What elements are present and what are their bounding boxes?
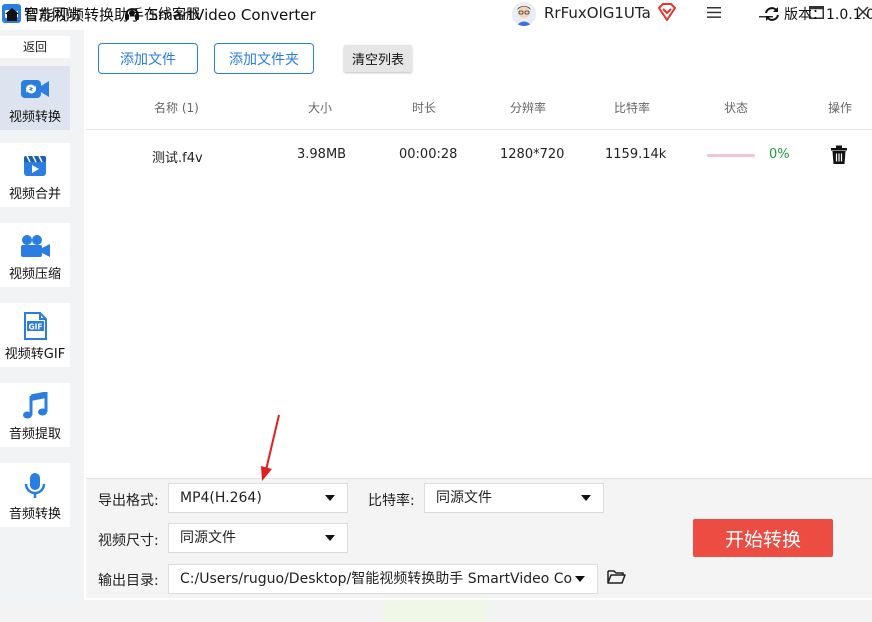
output-dir-select[interactable]: C:/Users/ruguo/Desktop/智能视频转换助手 SmartVid… [168, 564, 598, 594]
progress-bar [707, 154, 755, 157]
sidebar-item-video-merge[interactable]: 视频合并 [0, 143, 70, 207]
output-dir-value: C:/Users/ruguo/Desktop/智能视频转换助手 SmartVid… [180, 571, 573, 587]
video-size-select[interactable]: 同源文件 [168, 523, 348, 553]
official-website-link[interactable]: 官方网站 [4, 4, 80, 24]
microphone-icon [24, 471, 46, 501]
gif-icon: GIF [22, 311, 48, 341]
home-icon [4, 7, 20, 21]
column-header-resolution[interactable]: 分辨率 [510, 99, 546, 116]
sidebar-item-label: 视频转GIF [4, 347, 66, 362]
sidebar-item-video-to-gif[interactable]: GIF 视频转GIF [0, 303, 70, 367]
sidebar-item-video-convert[interactable]: 视频转换 [0, 66, 70, 130]
format-label: 导出格式: [98, 493, 159, 509]
hamburger-icon [707, 6, 721, 22]
version-info[interactable]: 版本：1.0.1.0 [764, 4, 872, 24]
user-avatar[interactable] [512, 2, 536, 26]
format-value: MP4(H.264) [180, 490, 262, 506]
column-header-duration[interactable]: 时长 [412, 99, 436, 116]
bitrate-select[interactable]: 同源文件 [424, 483, 604, 513]
video-merge-icon [23, 151, 47, 181]
file-bitrate-cell: 1159.14k [605, 147, 667, 162]
sidebar-item-video-compress[interactable]: 视频压缩 [0, 223, 70, 287]
start-convert-button[interactable]: 开始转换 [693, 519, 833, 557]
headset-icon [124, 7, 140, 22]
progress-percent: 0% [769, 147, 790, 162]
username[interactable]: RrFuxOlG1UTa [544, 4, 651, 22]
refresh-icon [764, 6, 780, 22]
delete-button[interactable] [831, 145, 847, 168]
sidebar-item-label: 视频压缩 [8, 267, 61, 282]
table-row[interactable]: 测试.f4v 3.98MB 00:00:28 1280*720 1159.14k… [86, 131, 872, 179]
column-header-bitrate[interactable]: 比特率 [614, 99, 650, 116]
sidebar-item-label: 音频提取 [8, 427, 61, 442]
chevron-down-icon [325, 495, 335, 501]
annotation-arrow-icon [261, 414, 280, 481]
file-size-cell: 3.98MB [297, 147, 347, 162]
back-button[interactable]: 返回 [0, 36, 70, 58]
status-highlight [383, 600, 487, 622]
output-dir-label: 输出目录: [98, 573, 159, 589]
sidebar-item-label: 音频转换 [8, 507, 61, 522]
video-size-value: 同源文件 [180, 530, 236, 546]
music-note-icon [22, 391, 48, 421]
file-name-cell: 测试.f4v [152, 151, 203, 166]
open-folder-button[interactable] [607, 569, 626, 589]
svg-text:GIF: GIF [28, 322, 42, 331]
online-support-link[interactable]: 在线客服 [124, 4, 200, 24]
column-header-action: 操作 [828, 101, 853, 115]
version-label: 版本：1.0.1.0 [784, 7, 872, 23]
add-folder-button[interactable]: 添加文件夹 [214, 43, 314, 74]
online-support-label: 在线客服 [144, 7, 200, 23]
sidebar-item-label: 视频转换 [8, 110, 61, 125]
sidebar-item-label: 视频合并 [8, 187, 61, 202]
video-size-label: 视频尺寸: [98, 533, 159, 549]
bitrate-value: 同源文件 [436, 490, 492, 506]
chevron-down-icon [575, 576, 585, 582]
sidebar-item-audio-convert[interactable]: 音频转换 [0, 463, 70, 527]
clear-list-button[interactable]: 清空列表 [344, 45, 412, 72]
chevron-down-icon [325, 535, 335, 541]
sidebar-item-audio-extract[interactable]: 音频提取 [0, 383, 70, 447]
trash-icon [831, 145, 847, 168]
file-duration-cell: 00:00:28 [399, 147, 458, 162]
file-table-header: 名称 (1) 大小 时长 分辨率 比特率 状态 操作 [86, 84, 872, 130]
column-header-size[interactable]: 大小 [308, 99, 332, 116]
chevron-down-icon [581, 495, 591, 501]
column-header-name[interactable]: 名称 (1) [154, 99, 199, 116]
column-header-status: 状态 [724, 101, 749, 115]
vip-diamond-icon[interactable] [657, 3, 677, 25]
menu-button[interactable] [694, 0, 734, 28]
folder-icon [607, 570, 626, 589]
bitrate-label: 比特率: [368, 493, 415, 509]
video-compress-icon [19, 231, 51, 261]
file-resolution-cell: 1280*720 [500, 147, 565, 162]
add-file-button[interactable]: 添加文件 [98, 43, 198, 74]
official-website-label: 官方网站 [24, 7, 80, 23]
video-convert-icon [20, 74, 50, 104]
format-select[interactable]: MP4(H.264) [168, 483, 348, 513]
